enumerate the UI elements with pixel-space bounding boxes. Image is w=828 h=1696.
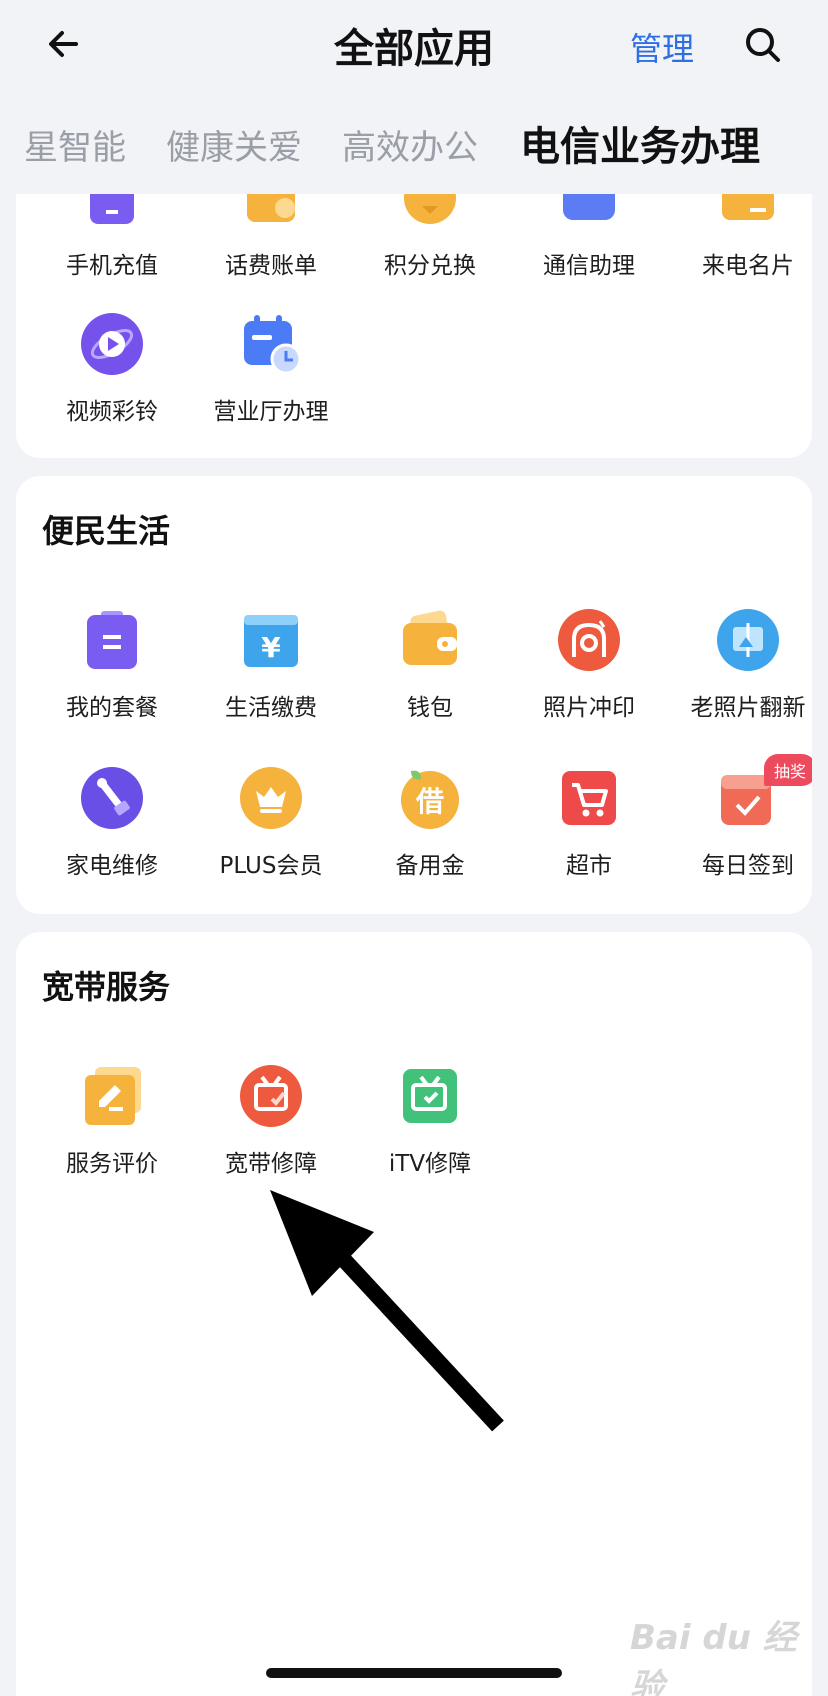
tab-health[interactable]: 健康关爱: [166, 120, 302, 169]
broadband-repair-icon: [237, 1062, 305, 1130]
appliance-repair-icon: [78, 764, 146, 832]
search-icon: [746, 28, 780, 62]
page-title: 全部应用: [334, 26, 494, 72]
photo-print-icon: [555, 606, 623, 674]
app-supermarket[interactable]: 超市: [509, 764, 669, 904]
app-daily-checkin[interactable]: 抽奖 每日签到: [668, 754, 812, 904]
app-wallet[interactable]: 钱包: [350, 606, 510, 746]
telecom-services-card: 手机充值 话费账单 积分兑换 通信助理 来电名片 视频彩铃 营业厅办理: [16, 150, 812, 458]
app-my-package[interactable]: 我的套餐: [32, 606, 192, 746]
section-title-life: 便民生活: [42, 512, 171, 550]
svg-text:¥: ¥: [261, 631, 281, 664]
convenient-life-card: 便民生活 我的套餐 ¥ 生活缴费 钱包 照片冲印 老照片翻新 家电维修 PLUS…: [16, 476, 812, 914]
tab-office[interactable]: 高效办公: [342, 120, 478, 169]
supermarket-icon: [555, 764, 623, 832]
reserve-fund-icon: 借: [396, 764, 464, 832]
daily-checkin-icon: 抽奖: [714, 754, 812, 832]
app-old-photo-restore[interactable]: 老照片翻新: [668, 606, 812, 746]
app-appliance-repair[interactable]: 家电维修: [32, 764, 192, 904]
app-broadband-repair[interactable]: 宽带修障: [191, 1062, 351, 1202]
annotation-arrow-icon: [270, 1190, 504, 1432]
search-button[interactable]: [740, 22, 786, 68]
app-itv-repair[interactable]: iTV修障: [350, 1062, 510, 1202]
app-photo-print[interactable]: 照片冲印: [509, 606, 669, 746]
app-service-review[interactable]: 服务评价: [32, 1062, 192, 1202]
lottery-badge: 抽奖: [763, 754, 812, 786]
photo-restore-icon: [714, 606, 782, 674]
service-review-icon: [78, 1062, 146, 1130]
manage-button[interactable]: 管理: [630, 24, 694, 70]
category-tabs: 星智能 健康关爱 高效办公 电信业务办理: [0, 112, 828, 172]
app-reserve-fund[interactable]: 借 备用金: [350, 764, 510, 904]
home-indicator[interactable]: [266, 1668, 562, 1678]
tab-smart[interactable]: 星智能: [24, 120, 126, 169]
video-ringtone-icon: [78, 310, 146, 378]
plus-member-icon: [237, 764, 305, 832]
svg-text:借: 借: [415, 785, 444, 818]
itv-repair-icon: [396, 1062, 464, 1130]
package-icon: [78, 606, 146, 674]
business-hall-icon: [237, 310, 305, 378]
app-plus-member[interactable]: PLUS会员: [191, 764, 351, 904]
app-video-ringtone[interactable]: 视频彩铃: [32, 310, 192, 450]
section-title-broadband: 宽带服务: [42, 968, 171, 1006]
app-utility-payment[interactable]: ¥ 生活缴费: [191, 606, 351, 746]
app-header: 全部应用 管理: [0, 0, 828, 90]
watermark: Bai du 经验: [630, 1618, 797, 1696]
wallet-icon: [396, 606, 464, 674]
tab-telecom[interactable]: 电信业务办理: [520, 114, 760, 172]
utility-payment-icon: ¥: [237, 606, 305, 674]
app-business-hall[interactable]: 营业厅办理: [191, 310, 351, 450]
